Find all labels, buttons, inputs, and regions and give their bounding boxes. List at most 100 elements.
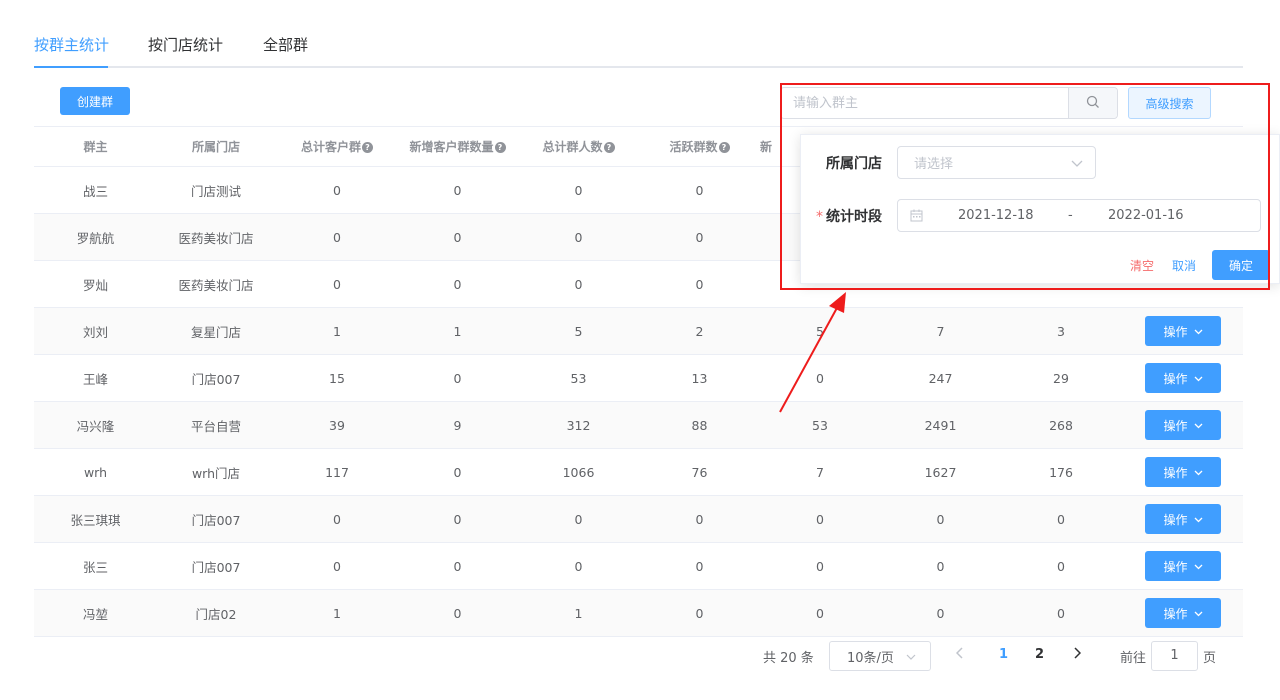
row-action-button[interactable]: 操作 — [1145, 504, 1221, 534]
table-cell: 操作 — [1123, 504, 1243, 534]
table-cell: 1 — [453, 323, 462, 339]
table-cell: 88 — [691, 417, 708, 433]
table-cell: 刘刘 — [82, 324, 108, 340]
table-cell: 312 — [566, 417, 591, 433]
table-cell: 0 — [695, 511, 704, 527]
help-icon[interactable]: ? — [362, 142, 373, 153]
table-cell: 复星门店 — [190, 324, 241, 340]
table-cell: 5 — [816, 323, 824, 339]
row-action-label: 操作 — [1163, 465, 1188, 480]
table-cell: 0 — [574, 276, 583, 292]
row-action-label: 操作 — [1163, 606, 1188, 621]
pagination: 共 20 条 10条/页 1 2 前往 1 页 — [0, 641, 1280, 671]
date-range-picker[interactable]: 2021-12-18 - 2022-01-16 — [897, 199, 1261, 232]
table-cell: 15 — [329, 370, 345, 386]
search-button[interactable] — [1068, 88, 1117, 118]
table-cell: 0 — [695, 229, 704, 245]
table-cell: 0 — [574, 229, 583, 245]
help-icon[interactable]: ? — [718, 142, 730, 153]
page-size-select[interactable]: 10条/页 — [829, 641, 931, 671]
table-cell: 53 — [570, 370, 587, 386]
table-cell: 2 — [695, 323, 704, 339]
owner-search-input[interactable] — [781, 88, 1069, 118]
prev-page-button[interactable] — [955, 647, 964, 663]
table-cell: 0 — [1057, 558, 1065, 574]
help-icon[interactable]: ? — [603, 142, 615, 153]
table-cell: 1627 — [924, 464, 957, 480]
table-cell: 0 — [333, 229, 341, 245]
table-cell: 0 — [816, 511, 824, 527]
goto-label: 前往 — [1120, 651, 1147, 666]
row-action-button[interactable]: 操作 — [1145, 551, 1221, 581]
table-cell: 操作 — [1123, 457, 1243, 487]
table-cell: 罗灿 — [82, 277, 108, 293]
row-action-button[interactable]: 操作 — [1145, 598, 1221, 628]
row-action-button[interactable]: 操作 — [1145, 363, 1221, 393]
end-date[interactable]: 2022-01-16 — [1108, 208, 1184, 223]
table-cell: 0 — [816, 558, 824, 574]
table-cell: 医药美妆门店 — [178, 277, 254, 293]
table-cell: 117 — [325, 464, 349, 480]
advanced-search-button[interactable]: 高级搜索 — [1128, 87, 1211, 119]
period-label-text: 统计时段 — [826, 209, 882, 225]
page-1-button[interactable]: 1 — [999, 647, 1008, 662]
table-row: 冯兴隆 平台自营 39 9 312 88 53 2491 268 操作 — [34, 402, 1243, 449]
table-cell: 1 — [333, 323, 341, 339]
table-cell: 门店007 — [191, 512, 241, 528]
row-action-button[interactable]: 操作 — [1145, 410, 1221, 440]
tab-bar: 按群主统计 按门店统计 全部群 — [34, 24, 1243, 68]
table-cell: 张三琪琪 — [70, 512, 121, 528]
table-cell: 0 — [453, 605, 462, 621]
table-row: wrh wrh门店 117 0 1066 76 7 1627 176 操作 — [34, 449, 1243, 496]
row-action-label: 操作 — [1163, 559, 1188, 574]
table-cell: 平台自营 — [190, 418, 241, 434]
table-cell: 0 — [816, 370, 824, 386]
period-label: * 统计时段 — [816, 206, 882, 226]
start-date[interactable]: 2021-12-18 — [958, 208, 1034, 223]
page-2-button[interactable]: 2 — [1035, 647, 1044, 662]
next-page-button[interactable] — [1073, 647, 1082, 663]
table-cell: 13 — [691, 370, 708, 386]
table-cell: 门店测试 — [190, 183, 241, 199]
table-cell: 冯兴隆 — [76, 418, 115, 434]
tab-by-store[interactable]: 按门店统计 — [148, 34, 223, 55]
table-cell: 39 — [329, 417, 345, 433]
tab-all-groups[interactable]: 全部群 — [263, 34, 308, 55]
create-group-button[interactable]: 创建群 — [60, 87, 130, 115]
confirm-button[interactable]: 确定 — [1212, 250, 1270, 280]
table-cell: 0 — [333, 276, 341, 292]
table-cell: 0 — [936, 558, 945, 574]
goto-page-input[interactable]: 1 — [1151, 641, 1198, 671]
table-cell: 0 — [453, 229, 462, 245]
table-cell: 0 — [695, 276, 704, 292]
chevron-down-icon — [1194, 606, 1203, 620]
table-cell: 0 — [695, 182, 704, 198]
table-cell: 门店007 — [191, 559, 241, 575]
active-tab-indicator — [34, 66, 108, 68]
table-cell: 268 — [1049, 417, 1073, 433]
cancel-button[interactable]: 取消 — [1172, 257, 1196, 274]
date-separator: - — [1068, 208, 1073, 223]
row-action-button[interactable]: 操作 — [1145, 457, 1221, 487]
row-action-label: 操作 — [1163, 512, 1188, 527]
store-select[interactable]: 请选择 — [897, 146, 1096, 179]
table-cell: 1 — [333, 605, 341, 621]
tab-by-owner[interactable]: 按群主统计 — [34, 34, 109, 55]
table-cell: 冯堃 — [82, 606, 108, 622]
table-cell: 张三 — [82, 559, 108, 575]
chevron-down-icon — [1194, 324, 1203, 338]
clear-button[interactable]: 清空 — [1130, 257, 1154, 274]
required-mark: * — [816, 209, 823, 225]
table-cell: 医药美妆门店 — [178, 230, 254, 246]
row-action-button[interactable]: 操作 — [1145, 316, 1221, 346]
table-cell: 0 — [1057, 605, 1065, 621]
chevron-down-icon — [1194, 512, 1203, 526]
table-row: 刘刘 复星门店 1 1 5 2 5 7 3 操作 — [34, 308, 1243, 355]
table-cell: 0 — [574, 511, 583, 527]
page-size-value: 10条/页 — [847, 650, 894, 666]
column-header: 活跃群数? — [641, 138, 758, 155]
chevron-down-icon — [1194, 559, 1203, 573]
chevron-down-icon — [906, 649, 916, 664]
help-icon[interactable]: ? — [494, 142, 506, 153]
table-cell: 247 — [928, 370, 953, 386]
